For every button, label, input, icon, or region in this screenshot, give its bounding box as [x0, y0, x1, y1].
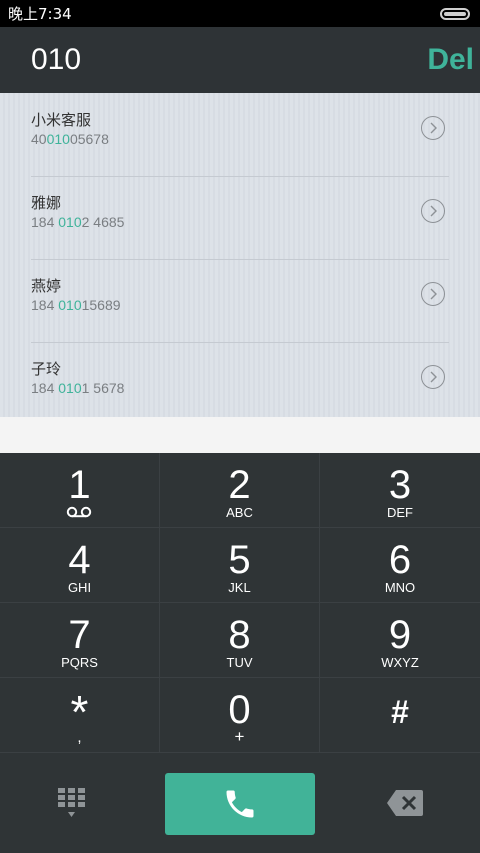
- key-2[interactable]: 2 ABC: [160, 453, 320, 528]
- key-digit: 8: [228, 613, 251, 657]
- contact-name: 雅娜: [31, 194, 62, 212]
- list-spacer: [0, 417, 480, 453]
- key-digit: *: [70, 686, 89, 738]
- key-4[interactable]: 4 GHI: [0, 528, 160, 603]
- dialpad-icon[interactable]: [58, 788, 86, 818]
- key-digit: 9: [388, 613, 412, 657]
- key-digit: 1: [68, 463, 91, 507]
- contact-row[interactable]: 小米客服 4001005678: [0, 93, 480, 176]
- key-letters: MNO: [384, 580, 416, 595]
- key-digit: 0: [228, 688, 251, 732]
- phone-icon: [226, 790, 254, 818]
- key-letters: WXYZ: [381, 655, 419, 670]
- key-letters: GHI: [67, 580, 92, 595]
- phone-match: 010: [46, 131, 70, 147]
- phone-prefix: 184: [31, 380, 59, 396]
- call-button[interactable]: [165, 773, 315, 835]
- key-digit: 6: [388, 538, 412, 582]
- chevron-right-icon[interactable]: [421, 365, 445, 389]
- key-digit: #: [391, 694, 409, 730]
- key-letters: ABC: [226, 505, 253, 520]
- key-digit: 5: [228, 538, 251, 582]
- phone-match: 010: [58, 297, 82, 313]
- contact-phone: 184 0102 4685: [31, 214, 124, 230]
- key-5[interactable]: 5 JKL: [160, 528, 320, 603]
- key-7[interactable]: 7 PQRS: [0, 603, 160, 678]
- delete-button[interactable]: Del: [427, 43, 474, 77]
- dialed-number: 010: [31, 43, 82, 76]
- phone-prefix: 184: [31, 214, 59, 230]
- dial-action-bar: [0, 753, 480, 853]
- key-letters: TUV: [226, 655, 253, 670]
- key-letters: +: [234, 727, 245, 746]
- contact-phone: 184 01015689: [31, 297, 121, 313]
- phone-suffix: 2 4685: [81, 214, 125, 230]
- chevron-right-icon[interactable]: [421, 282, 445, 306]
- key-digit: 3: [388, 463, 412, 507]
- key-9[interactable]: 9 WXYZ: [320, 603, 480, 678]
- key-6[interactable]: 6 MNO: [320, 528, 480, 603]
- key-letters: PQRS: [61, 655, 98, 670]
- key-3[interactable]: 3 DEF: [320, 453, 480, 528]
- phone-prefix: 184: [31, 297, 59, 313]
- key-digit: 2: [228, 463, 251, 507]
- phone-suffix: 15689: [81, 297, 121, 313]
- contact-phone: 4001005678: [31, 131, 109, 147]
- key-hash[interactable]: #: [320, 678, 480, 753]
- contact-phone: 184 0101 5678: [31, 380, 124, 396]
- key-star[interactable]: * ,: [0, 678, 160, 753]
- dial-header: 010 Del: [0, 27, 480, 93]
- phone-match: 010: [58, 380, 82, 396]
- contact-name: 小米客服: [31, 111, 92, 129]
- key-8[interactable]: 8 TUV: [160, 603, 320, 678]
- key-letters: DEF: [387, 505, 413, 520]
- key-letters: ,: [77, 729, 82, 746]
- contact-name: 子玲: [31, 360, 62, 378]
- contact-row[interactable]: 子玲 184 0101 5678: [0, 342, 480, 425]
- phone-prefix: 40: [31, 131, 47, 147]
- chevron-right-icon[interactable]: [421, 116, 445, 140]
- contact-name: 燕婷: [31, 277, 62, 295]
- status-time: 晚上7:34: [8, 5, 72, 23]
- key-letters: JKL: [228, 580, 251, 595]
- contact-suggestions-list: 小米客服 4001005678 雅娜 184 0102 4685 燕婷 184 …: [0, 93, 480, 417]
- dial-keypad: 1 2 ABC 3 DEF 4 GHI 5 JKL 6 MNO 7 PQRS 8…: [0, 453, 480, 753]
- backspace-icon[interactable]: [386, 789, 424, 817]
- battery-icon: [440, 7, 470, 20]
- key-0[interactable]: 0 +: [160, 678, 320, 753]
- chevron-right-icon[interactable]: [421, 199, 445, 223]
- voicemail-icon: [66, 506, 92, 518]
- phone-match: 010: [58, 214, 82, 230]
- contact-row[interactable]: 燕婷 184 01015689: [0, 259, 480, 342]
- key-digit: 7: [68, 613, 91, 657]
- key-1[interactable]: 1: [0, 453, 160, 528]
- phone-suffix: 1 5678: [81, 380, 125, 396]
- phone-suffix: 05678: [69, 131, 109, 147]
- key-digit: 4: [68, 538, 91, 582]
- contact-row[interactable]: 雅娜 184 0102 4685: [0, 176, 480, 259]
- status-bar: 晚上7:34: [0, 0, 480, 27]
